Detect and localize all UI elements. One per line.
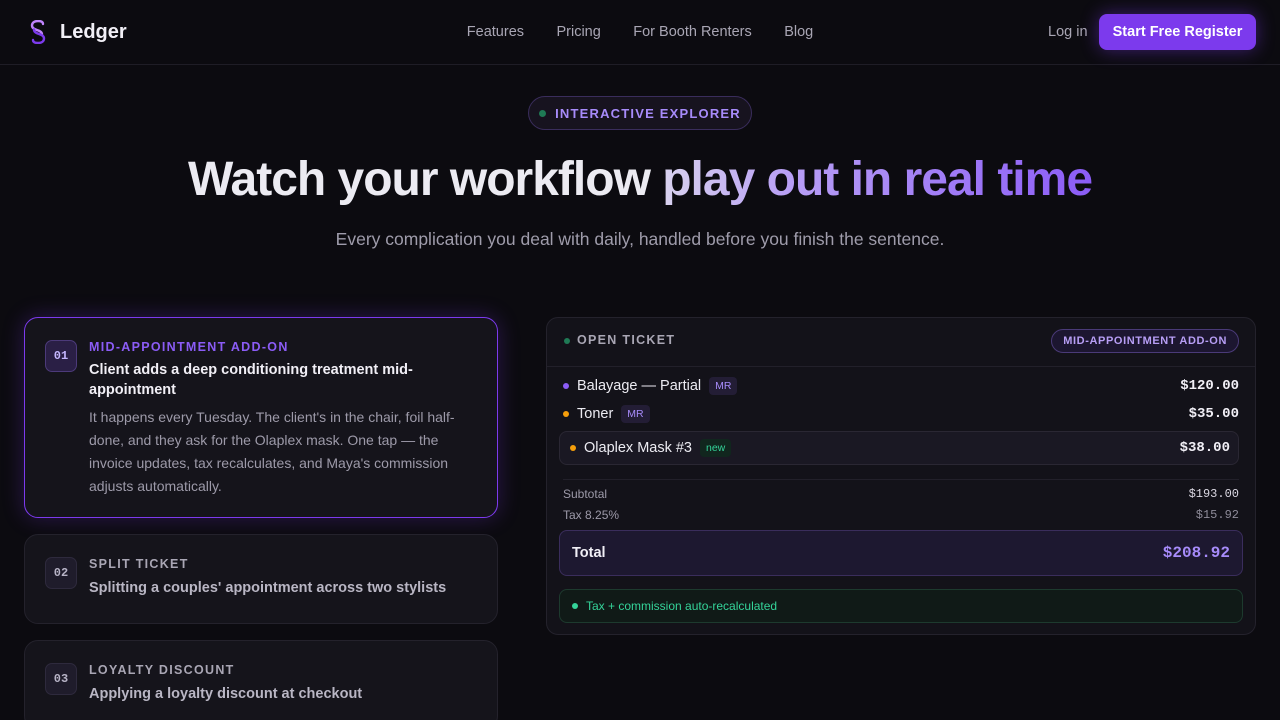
- recalc-status-text: Tax + commission auto-recalculated: [586, 599, 778, 613]
- nav-links: Features Pricing For Booth Renters Blog: [0, 23, 1280, 41]
- scenario-title: Splitting a couples' appointment across …: [89, 580, 447, 596]
- ticket-line-item-new: Olaplex Mask #3 new $38.00: [559, 431, 1239, 465]
- line-dot-icon: [570, 445, 576, 451]
- line-dot-icon: [563, 411, 569, 417]
- scenario-card-loyalty-discount[interactable]: 03 LOYALTY DISCOUNT Applying a loyalty d…: [24, 640, 498, 720]
- nav-link-booth-renters[interactable]: For Booth Renters: [633, 24, 751, 40]
- hero-subhead: Every complication you deal with daily, …: [335, 229, 945, 249]
- ticket-scenario-badge: MID-APPOINTMENT ADD-ON: [1051, 329, 1239, 353]
- headline-part-gradient: play out in real time: [662, 153, 1093, 206]
- line-item-name: Olaplex Mask #3: [584, 440, 692, 456]
- subtotal-row: Subtotal $193.00: [563, 487, 1239, 501]
- divider: [563, 479, 1239, 480]
- scenario-description: It happens every Tuesday. The client's i…: [89, 409, 455, 494]
- nav-link-features[interactable]: Features: [467, 24, 524, 40]
- scenario-tag: LOYALTY DISCOUNT: [89, 663, 235, 677]
- start-free-register-button[interactable]: Start Free Register: [1099, 14, 1256, 50]
- ticket-line-item: Balayage — Partial MR $120.00: [563, 374, 1239, 398]
- line-item-price: $35.00: [1188, 406, 1239, 422]
- login-link[interactable]: Log in: [1048, 24, 1088, 40]
- total-row: Total $208.92: [559, 530, 1243, 576]
- open-ticket-panel: OPEN TICKET MID-APPOINTMENT ADD-ON Balay…: [546, 317, 1256, 635]
- scenario-tag: SPLIT TICKET: [89, 557, 189, 571]
- status-dot-icon: [539, 109, 547, 117]
- line-item-price: $38.00: [1179, 440, 1230, 456]
- scenario-title: Client adds a deep conditioning treatmen…: [89, 362, 413, 398]
- divider: [547, 366, 1255, 367]
- stylist-badge: MR: [709, 377, 738, 395]
- scenario-number: 02: [45, 557, 77, 589]
- total-label: Total: [572, 545, 606, 561]
- success-dot-icon: [572, 603, 578, 609]
- line-item-name: Balayage — Partial: [577, 378, 702, 394]
- tax-value: $15.92: [1195, 508, 1239, 522]
- new-badge: new: [700, 439, 732, 457]
- scenario-number: 01: [45, 340, 77, 372]
- ticket-heading: OPEN TICKET: [577, 333, 676, 347]
- subtotal-value: $193.00: [1188, 487, 1239, 501]
- stylist-badge: MR: [621, 405, 650, 423]
- section-pill: INTERACTIVE EXPLORER: [528, 96, 752, 130]
- scenario-card-split-ticket[interactable]: 02 SPLIT TICKET Splitting a couples' app…: [24, 534, 498, 624]
- scenario-number: 03: [45, 663, 77, 695]
- scenario-card-add-on[interactable]: 01 MID-APPOINTMENT ADD-ON Client adds a …: [24, 317, 498, 518]
- scenario-tag: MID-APPOINTMENT ADD-ON: [89, 340, 289, 354]
- live-dot-icon: [564, 338, 570, 344]
- pill-label: INTERACTIVE EXPLORER: [555, 105, 741, 121]
- top-nav: Ledger Features Pricing For Booth Renter…: [0, 0, 1280, 65]
- total-value: $208.92: [1162, 544, 1230, 562]
- ticket-line-item: Toner MR $35.00: [563, 402, 1239, 426]
- subtotal-label: Subtotal: [563, 487, 608, 501]
- line-item-price: $120.00: [1180, 378, 1239, 394]
- line-dot-icon: [563, 383, 569, 389]
- nav-link-pricing[interactable]: Pricing: [556, 24, 600, 40]
- recalc-status: Tax + commission auto-recalculated: [559, 589, 1243, 623]
- line-item-name: Toner: [577, 406, 614, 422]
- headline-part-plain: Watch your workflow: [187, 153, 663, 206]
- scenario-title: Applying a loyalty discount at checkout: [89, 686, 363, 702]
- hero-headline: Watch your workflow play out in real tim…: [0, 152, 1280, 207]
- tax-row: Tax 8.25% $15.92: [563, 508, 1239, 522]
- nav-link-blog[interactable]: Blog: [784, 24, 813, 40]
- tax-label: Tax 8.25%: [563, 508, 620, 522]
